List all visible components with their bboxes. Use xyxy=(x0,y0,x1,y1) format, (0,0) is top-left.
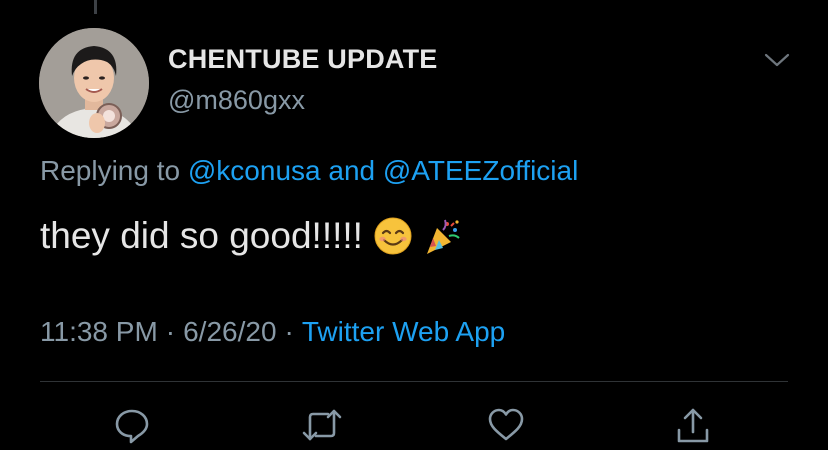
replying-prefix: Replying to xyxy=(40,155,181,186)
avatar[interactable] xyxy=(39,28,149,138)
tweet-actions-bar xyxy=(0,405,828,450)
tweet-source-link[interactable]: Twitter Web App xyxy=(302,316,505,347)
share-icon xyxy=(677,408,709,443)
tweet-time: 11:38 PM xyxy=(40,316,158,347)
mention-and[interactable]: and xyxy=(328,155,375,186)
divider xyxy=(40,381,788,382)
tweet-metadata: 11:38 PM · 6/26/20 · Twitter Web App xyxy=(40,316,505,348)
tweet-date: 6/26/20 xyxy=(183,316,277,347)
retweet-button[interactable] xyxy=(300,405,342,445)
user-handle[interactable]: @m860gxx xyxy=(168,85,305,116)
reply-icon xyxy=(115,409,149,444)
meta-separator: · xyxy=(165,316,176,347)
reply-button[interactable] xyxy=(112,405,152,445)
meta-separator: · xyxy=(284,316,294,347)
heart-icon xyxy=(488,408,524,441)
share-button[interactable] xyxy=(673,405,713,445)
display-name[interactable]: CHENTUBE UPDATE xyxy=(168,44,438,75)
chevron-down-icon[interactable] xyxy=(762,50,792,70)
party-popper-emoji-icon xyxy=(423,216,463,256)
mention-link-ateezofficial[interactable]: @ATEEZofficial xyxy=(383,155,578,186)
tweet-body: they did so good!!!!! xyxy=(40,215,463,257)
mention-link-kconusa[interactable]: @kconusa xyxy=(188,155,321,186)
retweet-icon xyxy=(302,409,342,441)
avatar-photo xyxy=(39,28,149,138)
thread-connector-line xyxy=(94,0,97,14)
smiling-face-emoji-icon xyxy=(373,216,413,256)
like-button[interactable] xyxy=(486,405,526,445)
tweet-text: they did so good!!!!! xyxy=(40,215,363,256)
replying-to-line: Replying to @kconusa and @ATEEZofficial xyxy=(40,155,578,187)
